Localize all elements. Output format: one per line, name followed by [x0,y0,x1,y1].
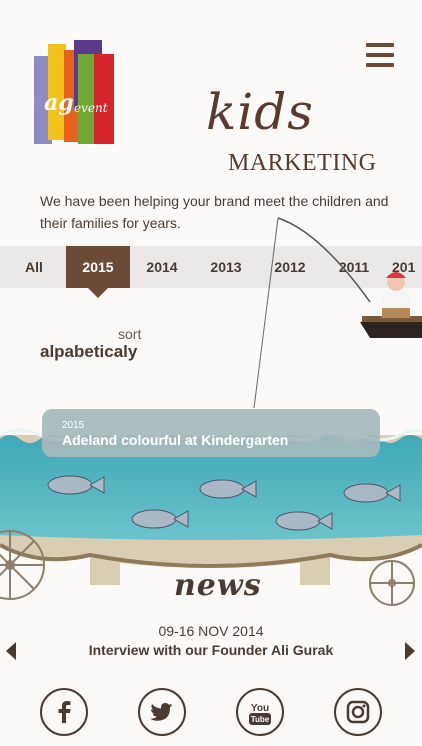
svg-text:event: event [74,101,108,115]
svg-text:ag: ag [44,90,74,116]
tab-2013[interactable]: 2013 [198,246,254,288]
brand-logo[interactable]: ag event [34,40,118,146]
fishing-kid-illustration [253,217,422,409]
tab-2014[interactable]: 2014 [134,246,190,288]
tab-all[interactable]: All [14,246,54,288]
twitter-icon[interactable] [138,688,186,736]
instagram-icon[interactable] [334,688,382,736]
svg-text:Tube: Tube [251,715,270,724]
featured-project-card[interactable]: 2015 Adeland colourful at Kindergarten [42,409,380,457]
news-headline[interactable]: Interview with our Founder Ali Gurak [0,642,422,658]
menu-icon[interactable] [366,43,394,67]
next-news-arrow-icon[interactable] [405,642,415,660]
sort-option[interactable]: alpabeticaly [40,342,137,362]
page-title: MARKETING [228,150,377,176]
svg-text:You: You [251,703,269,714]
active-tab-pointer [88,288,108,298]
featured-title: Adeland colourful at Kindergarten [62,432,289,448]
featured-year: 2015 [62,420,85,431]
sort-label: sort [118,326,142,342]
page-title-script: kids [206,83,314,141]
news-date: 09-16 NOV 2014 [158,623,264,639]
facebook-icon[interactable] [40,688,88,736]
news-heading: news [174,568,262,603]
youtube-icon[interactable]: You Tube [236,688,284,736]
tab-2015[interactable]: 2015 [66,246,130,288]
